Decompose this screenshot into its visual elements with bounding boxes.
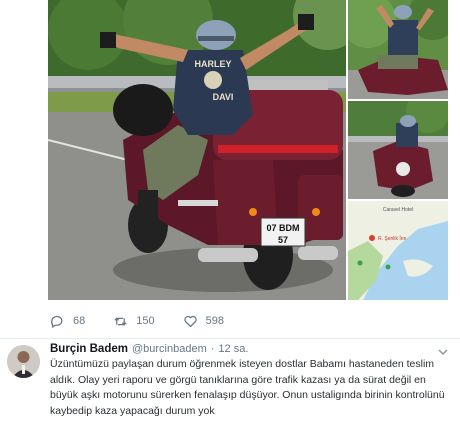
like-button[interactable]: 598	[183, 314, 224, 329]
tweet-divider	[0, 338, 460, 339]
header-separator: ·	[210, 343, 215, 355]
map-label-top: Caravel Hotel	[383, 207, 413, 213]
main-motorcycle-photo[interactable]: 07 BDM 57 HARLEY DAVI	[48, 0, 346, 300]
vest-text-top: HARLEY	[194, 59, 231, 69]
user-name[interactable]: Burçin Badem	[50, 343, 128, 355]
tweet-header: Burçin Badem @burcinbadem · 12 sa.	[50, 343, 450, 355]
tweet-text: Üzüntümüzü paylaşan durum öğrenmek istey…	[50, 358, 445, 417]
thumbnail-rider-photo[interactable]	[348, 0, 448, 99]
vest-text-bottom: DAVI	[213, 92, 234, 102]
tweet-actions: 68 150 598	[50, 308, 252, 334]
reply-icon	[51, 315, 63, 328]
reply-count: 68	[73, 315, 86, 327]
avatar[interactable]	[7, 345, 40, 378]
thumbnail-map[interactable]: Caravel Hotel R. Şenlik İnn	[348, 201, 448, 300]
license-plate-line2: 57	[278, 235, 288, 245]
retweet-button[interactable]: 150	[113, 314, 155, 329]
license-plate-line1: 07 BDM	[266, 223, 299, 233]
thumbnail-front-photo[interactable]	[348, 101, 448, 199]
heart-icon	[183, 315, 197, 327]
retweet-count: 150	[136, 315, 155, 327]
user-handle[interactable]: @burcinbadem	[132, 343, 207, 355]
like-count: 598	[205, 315, 224, 327]
retweet-icon	[114, 316, 127, 326]
tweet-timestamp[interactable]: 12 sa.	[218, 343, 248, 355]
reply-button[interactable]: 68	[50, 314, 85, 329]
tweet-media-grid: 07 BDM 57 HARLEY DAVI Caravel Hotel R. Ş…	[48, 0, 448, 300]
map-label-hotel: R. Şenlik İnn	[378, 235, 407, 242]
